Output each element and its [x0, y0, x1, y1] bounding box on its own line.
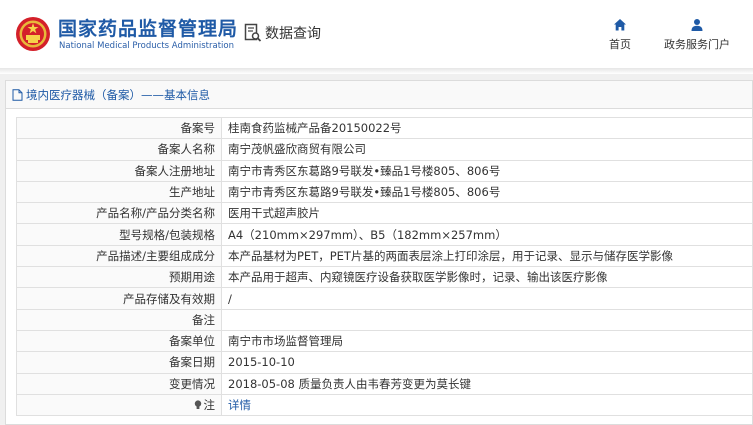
note-row: 注 详情 [16, 393, 753, 417]
row-label: 产品描述/主要组成成分 [16, 244, 222, 268]
row-label: 备案单位 [16, 329, 222, 353]
row-label: 备案日期 [16, 351, 222, 374]
basic-info-table: 备案号 桂南食药监械产品备20150022号 备案人名称 南宁茂帆盛欣商贸有限公… [16, 116, 753, 417]
table-row: 变更情况 2018-05-08 质量负责人由韦春芳变更为莫长键 [16, 372, 753, 395]
nav-service-portal[interactable]: 政务服务门户 [658, 18, 736, 52]
nav-service-portal-label: 政务服务门户 [664, 38, 730, 51]
bulb-icon [194, 400, 201, 409]
row-label: 备案号 [16, 116, 222, 140]
table-row: 产品描述/主要组成成分 本产品基材为PET，PET片基的两面表层涂上打印涂层，用… [16, 244, 753, 268]
row-label: 型号规格/包装规格 [16, 223, 222, 246]
row-value: 南宁市市场监督管理局 [221, 329, 753, 353]
table-row: 备案人注册地址 南宁市青秀区东葛路9号联发•臻品1号楼805、806号 [16, 159, 753, 182]
note-label-cell: 注 [16, 393, 222, 417]
table-row: 产品名称/产品分类名称 医用干式超声胶片 [16, 202, 753, 225]
row-value: 2015-10-10 [221, 351, 753, 374]
table-row: 备案日期 2015-10-10 [16, 351, 753, 374]
document-search-icon [244, 23, 262, 42]
row-value: 医用干式超声胶片 [221, 202, 753, 225]
row-value: / [221, 287, 753, 310]
row-label: 变更情况 [16, 372, 222, 395]
home-icon [614, 19, 626, 31]
national-emblem-icon [16, 17, 50, 51]
row-value: 本产品基材为PET，PET片基的两面表层涂上打印涂层，用于记录、显示与储存医学影… [221, 244, 753, 268]
row-value: 2018-05-08 质量负责人由韦春芳变更为莫长键 [221, 372, 753, 395]
site-title: 国家药品监督管理局 [58, 18, 239, 40]
site-header: 国家药品监督管理局 National Medical Products Admi… [0, 0, 753, 70]
data-query-label: 数据查询 [265, 26, 321, 42]
details-link[interactable]: 详情 [228, 398, 251, 412]
row-label: 预期用途 [16, 266, 222, 289]
site-subtitle: National Medical Products Administration [59, 41, 234, 51]
row-value [221, 308, 753, 331]
detail-panel: 境内医疗器械（备案）——基本信息 备案号 桂南食药监械产品备20150022号 … [5, 80, 753, 425]
row-value: 南宁市青秀区东葛路9号联发•臻品1号楼805、806号 [221, 180, 753, 204]
row-value: A4（210mm×297mm）、B5（182mm×257mm） [221, 223, 753, 246]
row-value: 桂南食药监械产品备20150022号 [221, 116, 753, 140]
note-label: 注 [203, 398, 216, 412]
user-icon [691, 19, 703, 31]
table-row: 备案单位 南宁市市场监督管理局 [16, 329, 753, 353]
row-value: 本产品用于超声、内窥镜医疗设备获取医学影像时，记录、输出该医疗影像 [221, 266, 753, 289]
table-row: 预期用途 本产品用于超声、内窥镜医疗设备获取医学影像时，记录、输出该医疗影像 [16, 266, 753, 289]
row-label: 备案人名称 [16, 138, 222, 161]
panel-header: 境内医疗器械（备案）——基本信息 [6, 81, 752, 109]
row-label: 产品存储及有效期 [16, 287, 222, 310]
data-query-link[interactable]: 数据查询 [244, 22, 321, 44]
row-label: 生产地址 [16, 180, 222, 204]
table-row: 产品存储及有效期 / [16, 287, 753, 310]
row-label: 产品名称/产品分类名称 [16, 202, 222, 225]
row-value: 南宁茂帆盛欣商贸有限公司 [221, 138, 753, 161]
note-value-cell: 详情 [221, 393, 753, 417]
table-row: 型号规格/包装规格 A4（210mm×297mm）、B5（182mm×257mm… [16, 223, 753, 246]
panel-title: 境内医疗器械（备案）——基本信息 [26, 87, 210, 102]
table-row: 备注 [16, 308, 753, 331]
table-row: 生产地址 南宁市青秀区东葛路9号联发•臻品1号楼805、806号 [16, 180, 753, 204]
table-row: 备案号 桂南食药监械产品备20150022号 [16, 116, 753, 140]
table-row: 备案人名称 南宁茂帆盛欣商贸有限公司 [16, 138, 753, 161]
document-icon [12, 88, 23, 101]
nav-home-label: 首页 [609, 38, 631, 51]
row-label: 备案人注册地址 [16, 159, 222, 182]
row-value: 南宁市青秀区东葛路9号联发•臻品1号楼805、806号 [221, 159, 753, 182]
row-label: 备注 [16, 308, 222, 331]
nav-home[interactable]: 首页 [604, 18, 636, 52]
